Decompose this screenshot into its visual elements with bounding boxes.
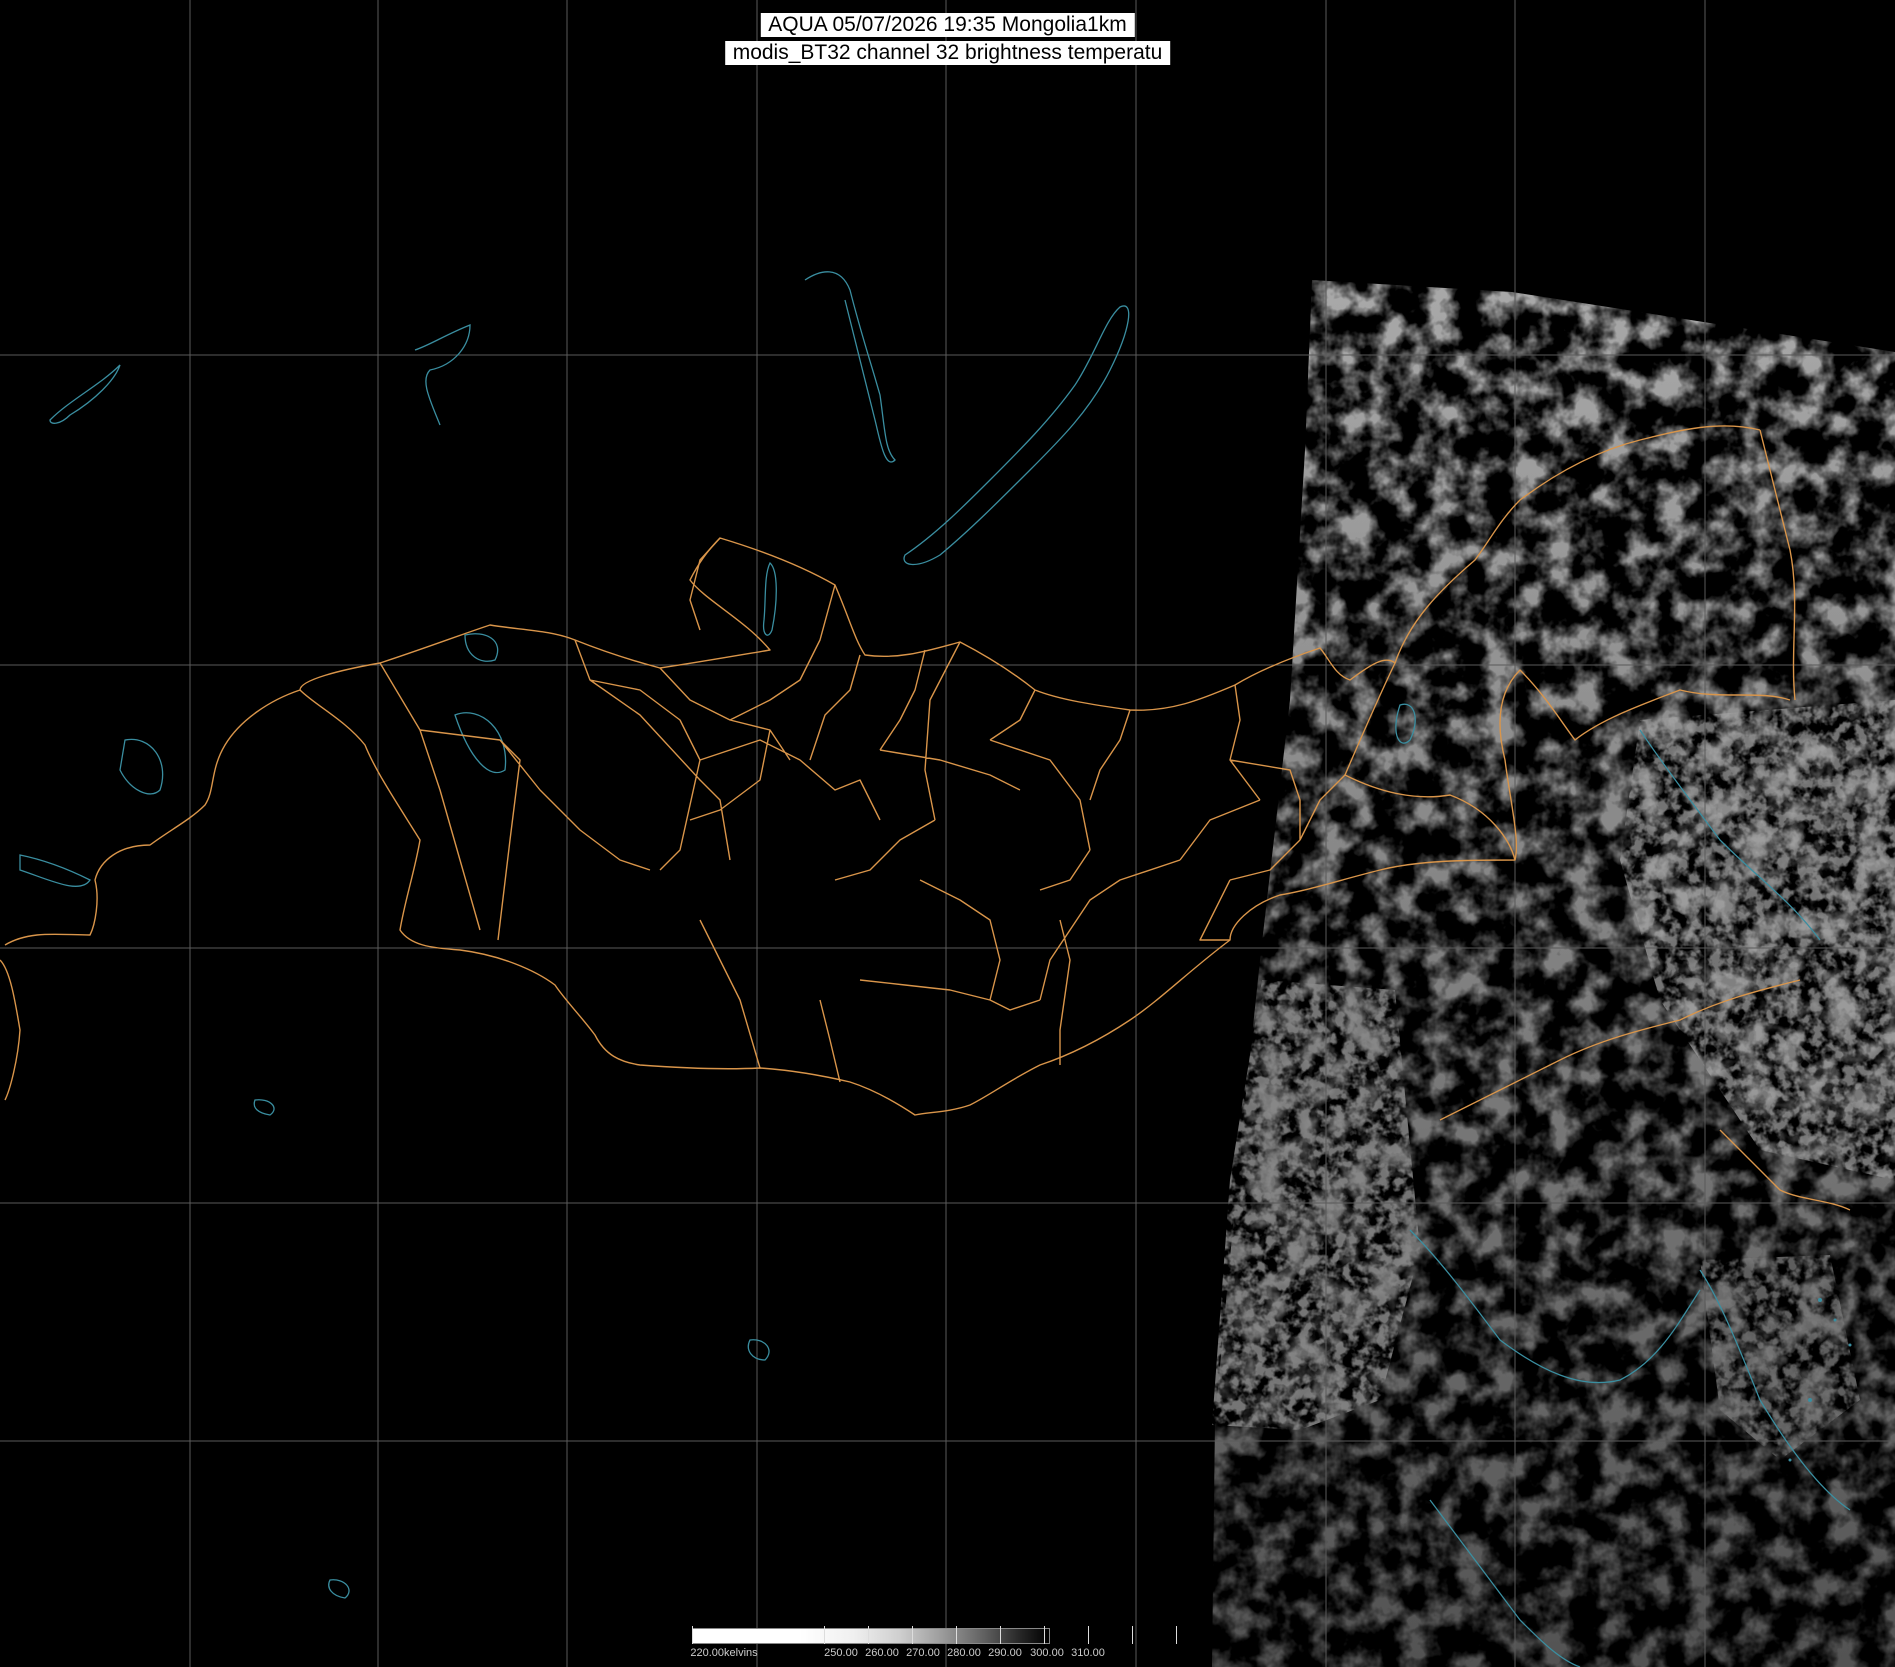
russia-china-border xyxy=(4,689,301,946)
lake-khuvsgul xyxy=(762,561,777,636)
colorbar-tick xyxy=(1044,1626,1045,1644)
swath-lower-strip xyxy=(1212,980,1420,1430)
lake-khyargas xyxy=(454,712,507,774)
colorbar-label: 260.00 xyxy=(865,1647,899,1659)
lake-small-3 xyxy=(328,1579,350,1599)
colorbar-label: 250.00 xyxy=(824,1647,858,1659)
lake-baikal xyxy=(903,305,1130,566)
colorbar-label: 220.00kelvins xyxy=(690,1647,758,1659)
colorbar-tick xyxy=(956,1626,957,1644)
river-yenisei xyxy=(804,271,896,463)
river-northwest xyxy=(414,324,471,426)
colorbar-label: 290.00 xyxy=(988,1647,1022,1659)
colorbar-legend: 220.00kelvins 250.00 260.00 270.00 280.0… xyxy=(690,1626,1200,1664)
lake-northwest xyxy=(49,364,121,424)
satellite-map xyxy=(0,0,1895,1667)
colorbar-tick xyxy=(912,1626,913,1644)
colorbar-tick xyxy=(1088,1626,1089,1644)
colorbar-label: 310.00 xyxy=(1071,1647,1105,1659)
lake-small-1 xyxy=(747,1339,770,1361)
colorbar-tick xyxy=(1132,1626,1133,1644)
map-title-line1: AQUA 05/07/2026 19:35 Mongolia1km xyxy=(760,13,1135,37)
colorbar-gradient xyxy=(692,1628,1050,1644)
colorbar-tick xyxy=(692,1626,693,1644)
colorbar-label: 300.00 xyxy=(1030,1647,1064,1659)
lake-zaisan xyxy=(119,738,164,795)
colorbar-tick xyxy=(1000,1626,1001,1644)
lake-uvs xyxy=(464,633,499,662)
colorbar-tick xyxy=(824,1626,825,1644)
colorbar-tick xyxy=(868,1626,869,1644)
west-border xyxy=(0,959,21,1101)
satellite-swath xyxy=(1212,280,1895,1667)
colorbar-tick xyxy=(1176,1626,1177,1644)
lake-small-2 xyxy=(253,1099,275,1116)
map-title-line2: modis_BT32 channel 32 brightness tempera… xyxy=(724,41,1171,65)
colorbar-label: 270.00 xyxy=(906,1647,940,1659)
colorbar-label: 280.00 xyxy=(947,1647,981,1659)
aimag-borders xyxy=(379,537,1346,1083)
lake-balkhash-like xyxy=(19,854,91,887)
